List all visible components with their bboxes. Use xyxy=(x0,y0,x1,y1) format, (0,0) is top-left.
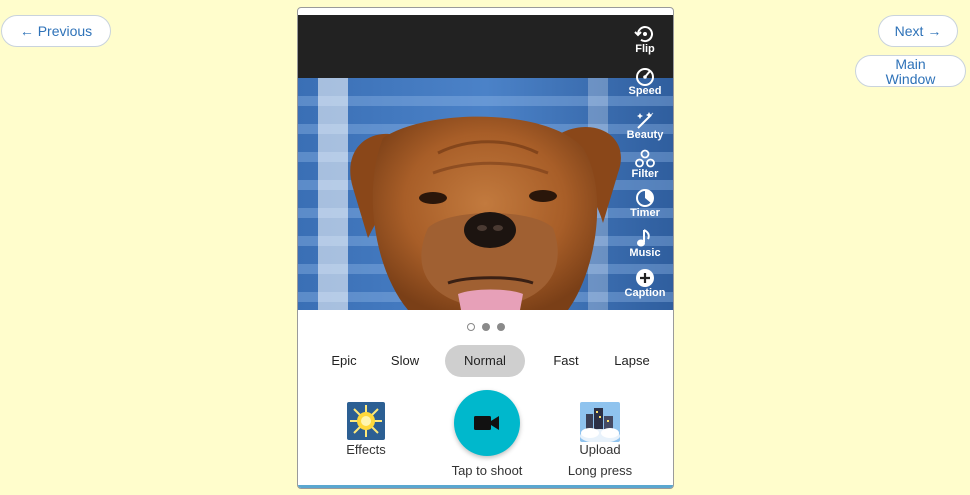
long-press-label: Long press xyxy=(567,463,633,478)
page-dot[interactable] xyxy=(482,323,490,331)
filter-button[interactable]: Filter xyxy=(617,149,673,180)
speed-option-normal[interactable]: Normal xyxy=(445,345,525,377)
speed-option-epic[interactable]: Epic xyxy=(322,345,366,377)
record-button[interactable] xyxy=(454,390,520,456)
caption-label: Caption xyxy=(624,287,666,299)
effects-label: Effects xyxy=(346,442,386,457)
speed-icon xyxy=(636,68,654,86)
upload-icon xyxy=(580,402,620,442)
timer-label: Timer xyxy=(630,207,660,219)
flip-button[interactable]: Flip xyxy=(617,24,673,55)
music-button[interactable]: Music xyxy=(617,228,673,259)
main-window-button[interactable]: Main Window xyxy=(855,55,966,87)
effects-button[interactable]: Effects xyxy=(338,402,394,457)
page-dot[interactable] xyxy=(497,323,505,331)
previous-button[interactable]: ← Previous xyxy=(1,15,111,47)
caption-icon xyxy=(636,269,654,287)
upload-button[interactable]: Upload xyxy=(558,402,642,457)
filter-icon xyxy=(635,149,655,168)
speed-option-fast[interactable]: Fast xyxy=(544,345,588,377)
caption-button[interactable]: Caption xyxy=(617,268,673,299)
next-button[interactable]: Next → xyxy=(878,15,958,47)
main-window-label-line1: Main xyxy=(895,56,926,72)
beauty-label: Beauty xyxy=(626,129,664,141)
flip-icon xyxy=(634,26,653,43)
timer-button[interactable]: Timer xyxy=(617,188,673,219)
flip-label: Flip xyxy=(635,43,655,55)
speed-button[interactable]: Speed xyxy=(617,66,673,97)
effects-icon xyxy=(347,402,385,440)
music-icon xyxy=(637,229,650,247)
timer-icon xyxy=(636,189,654,207)
shoot-label: Tap to shoot xyxy=(451,463,523,478)
phone-bottom-edge xyxy=(298,485,673,488)
speed-option-lapse[interactable]: Lapse xyxy=(610,345,654,377)
beauty-button[interactable]: Beauty xyxy=(617,110,673,141)
upload-label: Upload xyxy=(579,442,621,457)
beauty-icon xyxy=(637,112,654,129)
page-dot[interactable] xyxy=(467,323,475,331)
filter-label: Filter xyxy=(631,168,659,180)
video-camera-icon xyxy=(474,416,499,430)
main-window-label-line2: Window xyxy=(885,71,936,87)
camera-screen: Flip Speed Beauty Filter Timer Music Cap… xyxy=(297,7,674,489)
speed-option-slow[interactable]: Slow xyxy=(383,345,427,377)
music-label: Music xyxy=(629,247,661,259)
speed-label: Speed xyxy=(628,85,662,97)
